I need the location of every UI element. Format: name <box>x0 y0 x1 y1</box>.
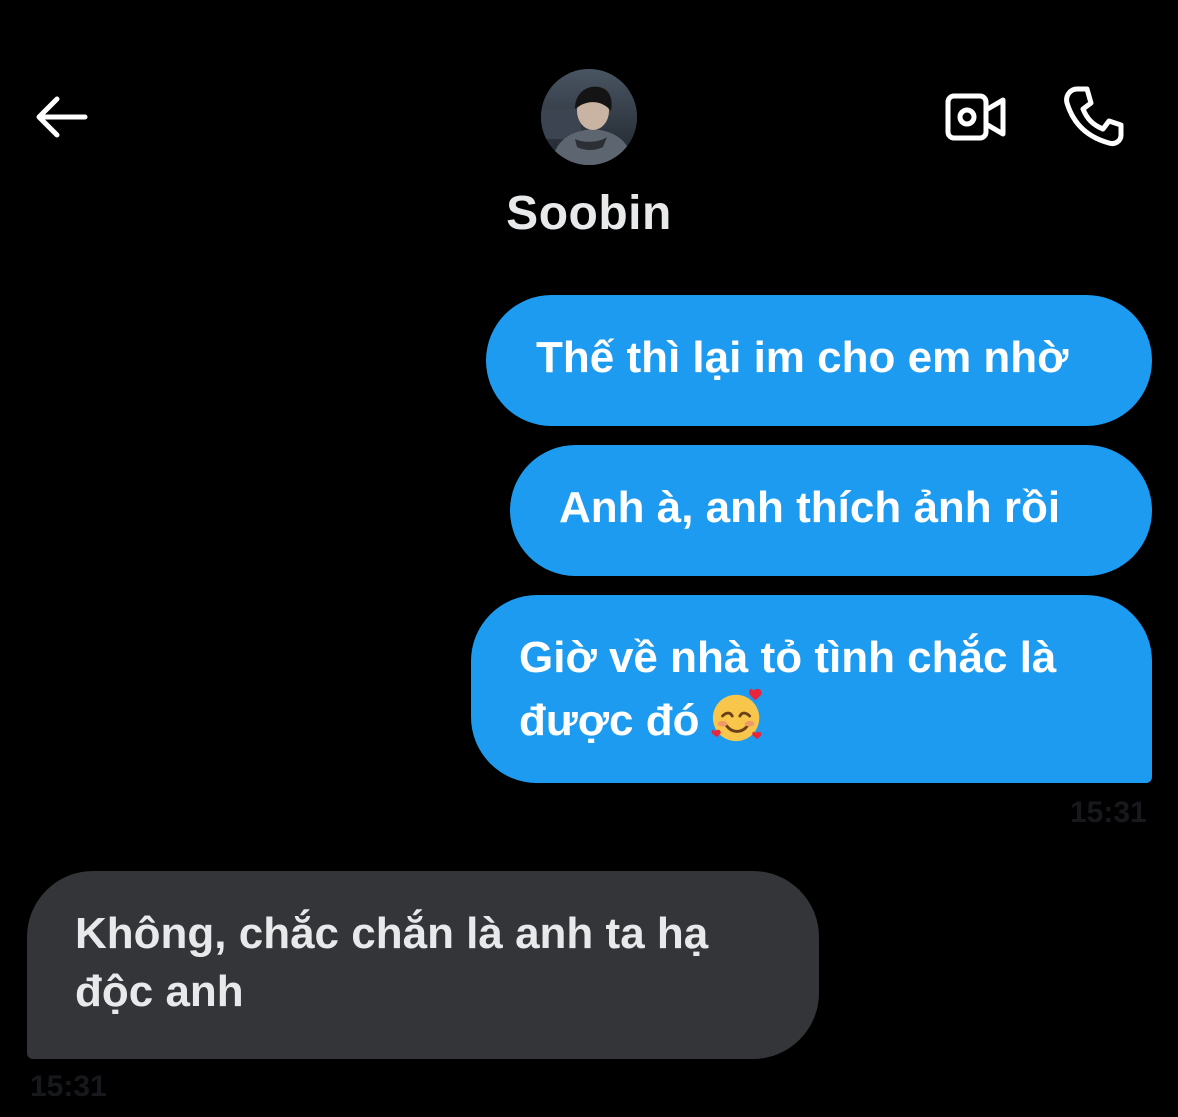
voice-call-button[interactable] <box>1056 80 1132 154</box>
sent-message-bubble[interactable]: Thế thì lại im cho em nhờ <box>486 295 1152 426</box>
message-text: Thế thì lại im cho em nhờ <box>536 333 1069 382</box>
avatar-photo <box>541 69 637 165</box>
message-text: Không, chắc chắn là anh ta hạ độc anh <box>75 909 709 1016</box>
video-call-button[interactable] <box>938 84 1014 150</box>
message-text: Giờ về nhà tỏ tình chắc là được đó <box>519 633 1057 745</box>
chat-header: Soobin <box>0 0 1178 260</box>
back-button[interactable] <box>28 84 94 150</box>
message-timestamp: 15:31 <box>30 1070 107 1103</box>
message-timestamp: 15:31 <box>1070 796 1147 829</box>
avatar[interactable] <box>541 69 637 165</box>
sent-message-bubble[interactable]: Giờ về nhà tỏ tình chắc là được đó <box>471 595 1152 783</box>
phone-icon <box>1064 86 1124 146</box>
smiling-face-with-hearts-icon <box>712 688 763 742</box>
contact-name[interactable]: Soobin <box>389 186 789 241</box>
message-text: Anh à, anh thích ảnh rồi <box>559 483 1061 532</box>
sent-message-bubble[interactable]: Anh à, anh thích ảnh rồi <box>510 445 1152 576</box>
received-message-bubble[interactable]: Không, chắc chắn là anh ta hạ độc anh <box>27 871 819 1059</box>
video-camera-icon <box>945 93 1006 141</box>
arrow-left-icon <box>36 96 88 138</box>
